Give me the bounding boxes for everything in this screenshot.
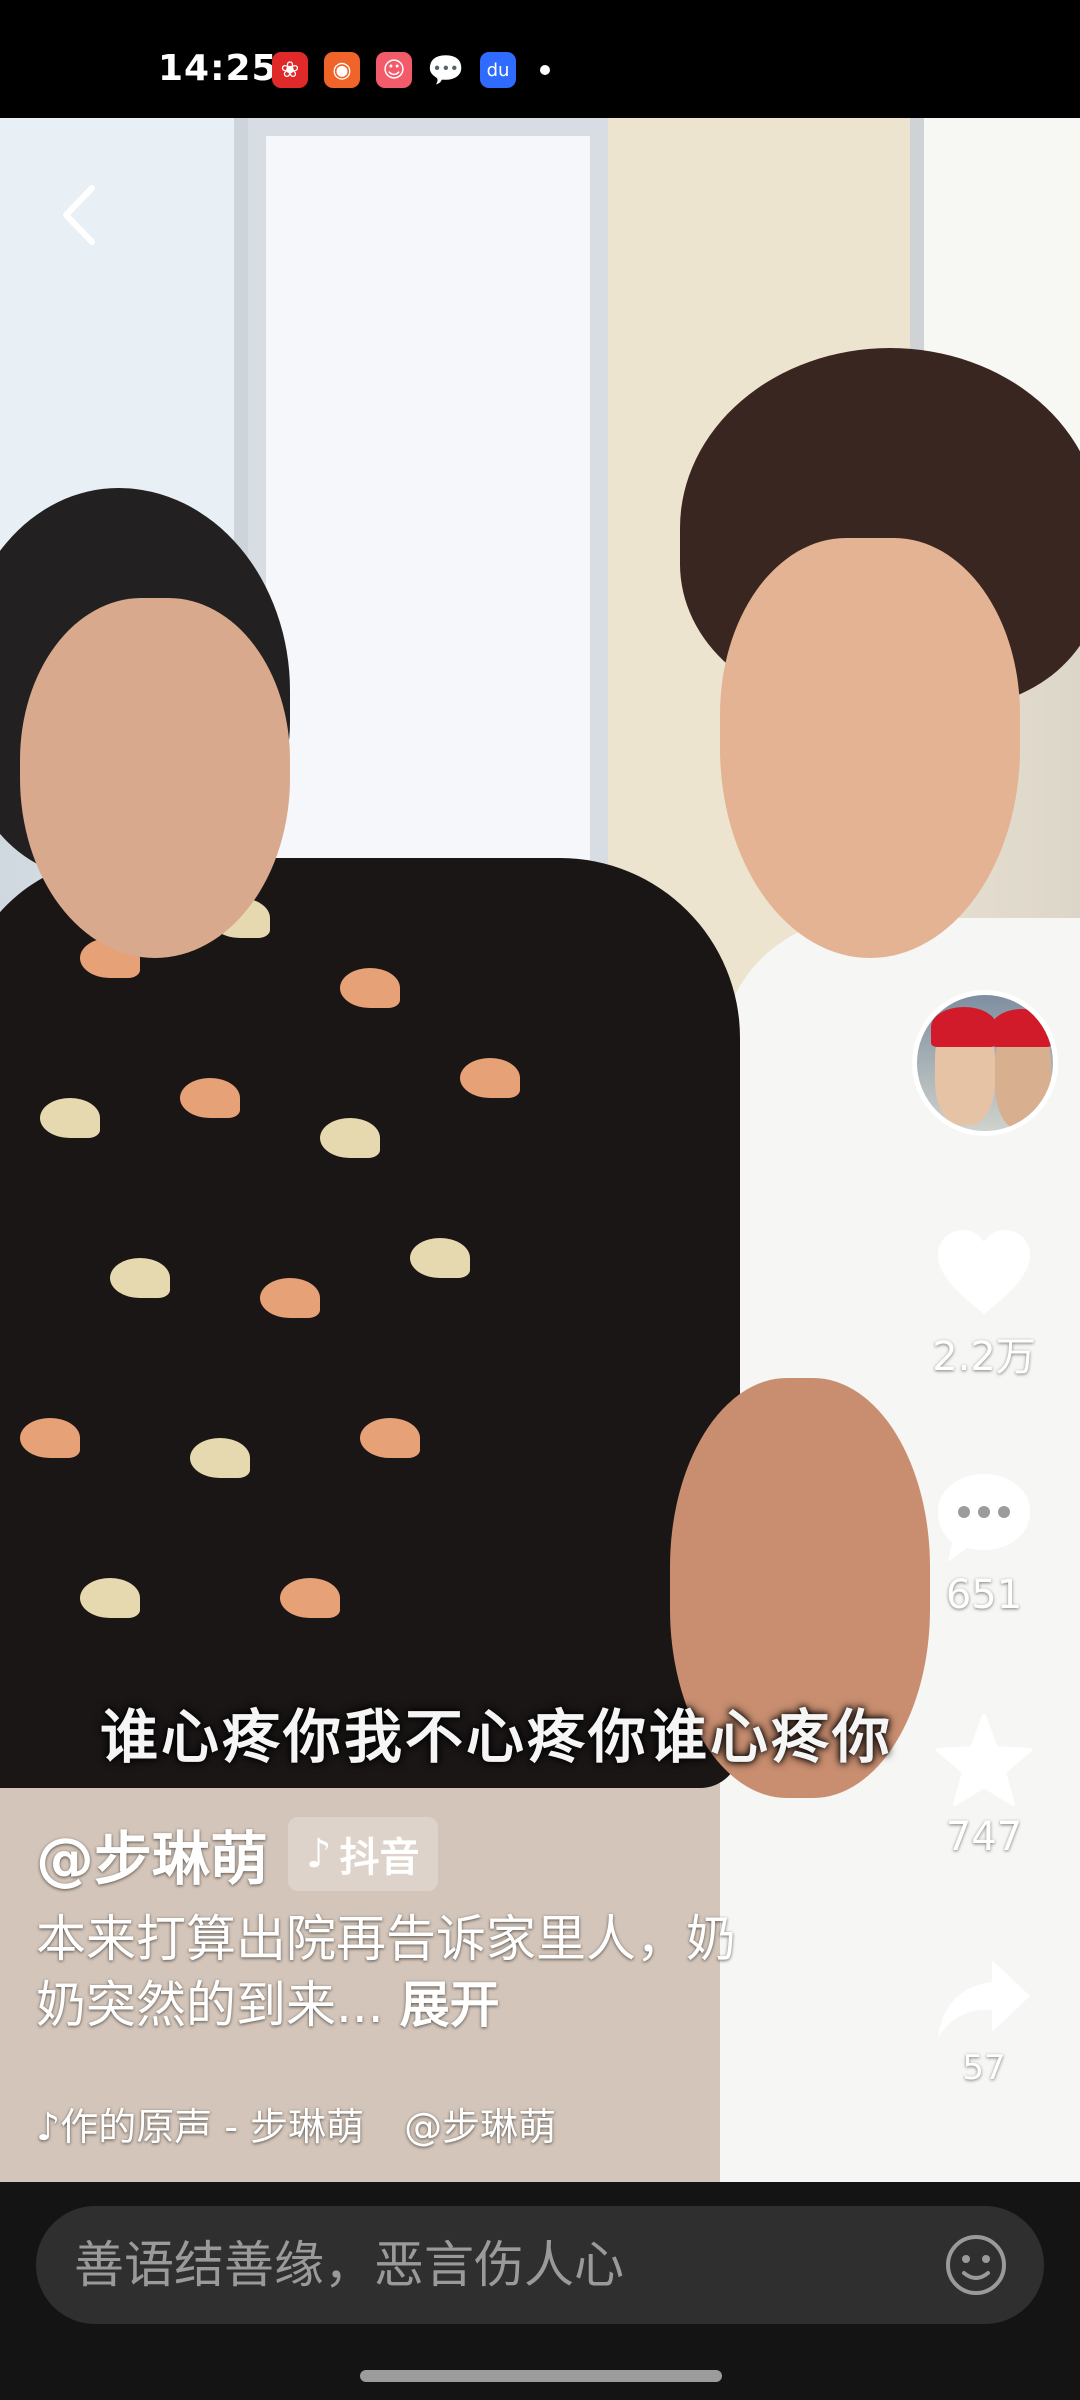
music-info[interactable]: ♪作的原声 - 步琳萌 @步琳萌 (36, 2096, 556, 2151)
comment-input[interactable] (72, 2235, 944, 2295)
status-bar: 14:25 ❀ ◉ ☺ 💬 du (0, 0, 1080, 118)
video-description[interactable]: 本来打算出院再告诉家里人，奶奶突然的到来... 展开 (36, 1906, 756, 2038)
expand-link[interactable]: 展开 (400, 1976, 500, 2034)
description-text: 本来打算出院再告诉家里人，奶奶突然的到来... (36, 1910, 736, 2034)
comment-button[interactable]: 651 (914, 1470, 1054, 1618)
wechat-icon: 💬 (427, 52, 465, 88)
music-track: ♪作的原声 - 步琳萌 (36, 2105, 365, 2149)
chevron-left-icon (63, 185, 95, 245)
music-mention: @步琳萌 (404, 2105, 557, 2149)
baidu-icon: du (480, 52, 516, 88)
favorite-count: 747 (945, 1814, 1023, 1860)
person-right-face (720, 538, 1020, 958)
status-time: 14:25 (158, 48, 278, 89)
comment-count: 651 (945, 1572, 1023, 1618)
person-left-shirt (0, 858, 740, 1788)
app-red-icon: ❀ (272, 52, 308, 88)
author-avatar[interactable] (912, 990, 1058, 1136)
share-arrow-icon (938, 1960, 1030, 2038)
more-notifications-dot (540, 65, 550, 75)
app-orange-icon: ◉ (324, 52, 360, 88)
platform-tag: ♪ 抖音 (288, 1817, 438, 1891)
share-button[interactable]: 57 (914, 1956, 1054, 2088)
video-subtitle: 谁心疼你我不心疼你谁心疼你 (100, 1703, 894, 1771)
share-count: 57 (962, 2048, 1006, 2088)
notification-icons: ❀ ◉ ☺ 💬 du (272, 52, 550, 88)
person-left-face (20, 598, 290, 958)
favorite-button[interactable]: 747 (914, 1712, 1054, 1860)
emoji-icon[interactable] (944, 2233, 1008, 2297)
like-button[interactable]: 2.2万 (914, 1228, 1054, 1382)
background-window (248, 118, 608, 878)
heart-icon (938, 1230, 1030, 1314)
like-count: 2.2万 (932, 1334, 1036, 1380)
author-row: @步琳萌 ♪ 抖音 (36, 1812, 438, 1896)
platform-tag-label: 抖音 (339, 1835, 420, 1881)
app-cartoon-icon: ☺ (376, 52, 412, 88)
bottom-bar (0, 2182, 1080, 2400)
music-note-icon: ♪ (306, 1831, 332, 1877)
star-icon (936, 1714, 1032, 1806)
author-name[interactable]: @步琳萌 (36, 1812, 268, 1896)
home-indicator[interactable] (360, 2370, 722, 2382)
comment-bubble-icon (938, 1474, 1030, 1562)
comment-box[interactable] (36, 2206, 1044, 2324)
back-button[interactable] (52, 180, 112, 250)
